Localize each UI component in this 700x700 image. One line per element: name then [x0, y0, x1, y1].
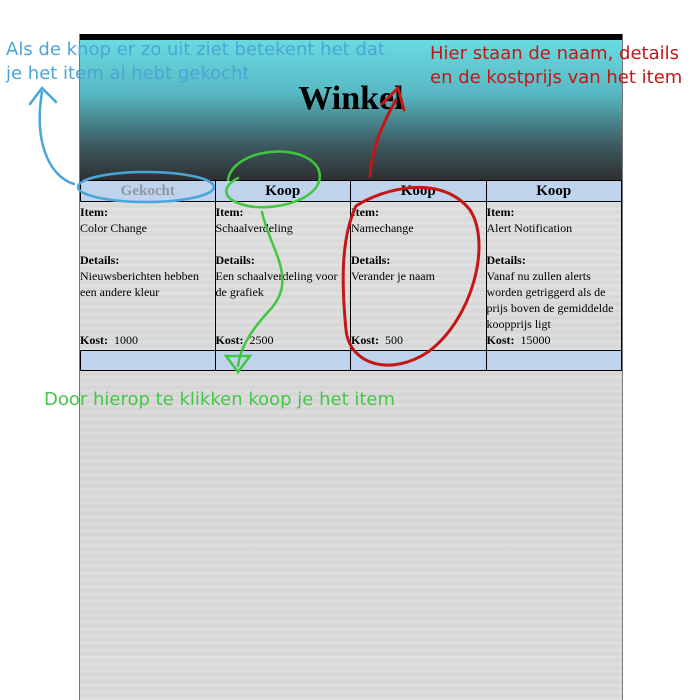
blue-arrow-curve	[38, 90, 76, 186]
cost-line: Kost: 500	[351, 332, 403, 348]
item-card: Item: Alert Notification Details: Vanaf …	[486, 202, 622, 350]
buy-button-alert-notification[interactable]: Koop	[486, 180, 622, 202]
green-annotation-text: Door hierop te klikken koop je het item	[44, 389, 396, 410]
item-details: Nieuwsberichten hebben een andere kleur	[80, 269, 199, 299]
item-card: Item: Color Change Details: Nieuwsberich…	[80, 202, 216, 350]
item-name: Namechange	[351, 221, 414, 235]
cost-label: Kost:	[351, 333, 379, 347]
cost-label: Kost:	[486, 333, 515, 347]
item-cost: 1000	[114, 333, 138, 347]
item-name: Color Change	[80, 221, 147, 235]
shop-page: Winkel Gekocht Koop Koop Koop Item: Colo…	[79, 34, 623, 700]
empty-cell	[351, 350, 487, 371]
item-label: Item:	[486, 205, 515, 219]
details-label: Details:	[351, 253, 391, 267]
item-details: Vanaf nu zullen alerts worden getriggerd…	[486, 269, 614, 331]
item-details: Verander je naam	[351, 269, 435, 283]
details-label: Details:	[80, 253, 120, 267]
empty-cell	[486, 350, 622, 371]
item-name: Schaalverdeling	[215, 221, 293, 235]
cost-line: Kost: 2500	[216, 332, 274, 348]
item-name: Alert Notification	[486, 221, 573, 235]
item-label: Item:	[215, 205, 244, 219]
blue-annotation-text: Als de knop er zo uit ziet betekent het …	[6, 39, 385, 84]
button-row: Gekocht Koop Koop Koop	[80, 180, 622, 202]
buy-button-schaalverdeling[interactable]: Koop	[215, 180, 351, 202]
cost-label: Kost:	[80, 333, 108, 347]
item-label: Item:	[351, 205, 379, 219]
cost-line: Kost: 15000	[487, 332, 551, 348]
bottom-row	[80, 350, 622, 371]
red-annotation-text: Hier staan de naam, details en de kostpr…	[430, 43, 683, 88]
item-cost: 2500	[249, 333, 274, 347]
item-cost: 500	[385, 333, 403, 347]
item-label: Item:	[80, 205, 108, 219]
item-card: Item: Namechange Details: Verander je na…	[351, 202, 487, 350]
item-cost: 15000	[520, 333, 551, 347]
buy-button-namechange[interactable]: Koop	[351, 180, 487, 202]
cost-line: Kost: 1000	[80, 332, 138, 348]
cost-label: Kost:	[215, 333, 244, 347]
item-card: Item: Schaalverdeling Details: Een schaa…	[215, 202, 351, 350]
bought-button-color-change[interactable]: Gekocht	[80, 180, 216, 202]
blue-arrow-head	[28, 86, 58, 106]
details-label: Details:	[486, 253, 526, 267]
item-row: Item: Color Change Details: Nieuwsberich…	[80, 202, 622, 350]
empty-cell	[215, 350, 351, 371]
details-label: Details:	[215, 253, 255, 267]
item-details: Een schaalverdeling voor de grafiek	[215, 269, 338, 299]
empty-cell	[80, 350, 216, 371]
